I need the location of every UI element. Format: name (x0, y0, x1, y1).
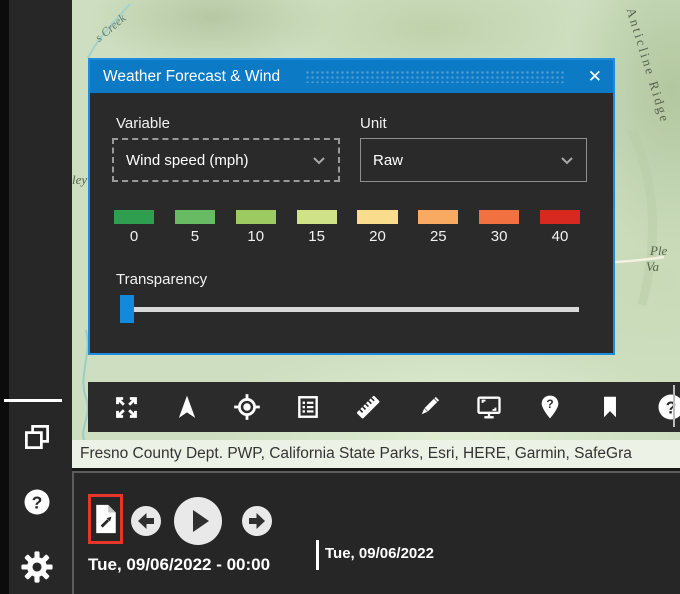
locate-icon (233, 393, 261, 421)
chevron-down-icon (560, 156, 574, 165)
map-toolbar: ? ? (88, 382, 680, 432)
identify-pin-icon: ? (537, 394, 563, 420)
legend-swatch (357, 210, 397, 224)
toolbar-scrollbar[interactable] (673, 385, 675, 427)
transparency-thumb[interactable] (120, 295, 134, 323)
screen-button[interactable] (459, 382, 520, 432)
legend-swatch (175, 210, 215, 224)
help-icon: ? (22, 487, 52, 517)
legend-value-label: 0 (114, 228, 154, 245)
unit-label: Unit (360, 115, 387, 132)
legend-value-label: 20 (357, 228, 397, 245)
variable-label: Variable (116, 115, 170, 132)
legend-swatch (540, 210, 580, 224)
legend-swatch (114, 210, 154, 224)
draw-pencil-button[interactable] (399, 382, 460, 432)
sidebar-separator (4, 399, 62, 402)
legend-swatch (418, 210, 458, 224)
settings-button[interactable] (17, 547, 57, 587)
timeline-marker-label: Tue, 09/06/2022 (325, 545, 434, 562)
svg-text:?: ? (32, 492, 43, 512)
identify-pin-button[interactable]: ? (520, 382, 581, 432)
legend-list-button[interactable] (278, 382, 339, 432)
bookmark-icon (597, 394, 623, 420)
legend-value-label: 25 (418, 228, 458, 245)
legend-swatch (297, 210, 337, 224)
play-icon (174, 497, 222, 545)
sidebar-edge (0, 0, 9, 594)
left-sidebar: ? (0, 0, 72, 594)
export-file-icon (93, 503, 119, 535)
legend-swatch (236, 210, 276, 224)
help-icon: ? (656, 392, 680, 422)
legend-value-label: 15 (297, 228, 337, 245)
play-button[interactable] (174, 497, 222, 545)
map-label-left-partial: ley (72, 172, 87, 188)
north-arrow-icon (174, 394, 200, 420)
legend-value-label: 30 (479, 228, 519, 245)
current-time-label: Tue, 09/06/2022 - 00:00 (88, 555, 270, 575)
map-attribution: Fresno County Dept. PWP, California Stat… (72, 440, 680, 468)
weather-forecast-dialog: Weather Forecast & Wind ✕ Variable Unit … (88, 58, 615, 355)
duplicate-window-icon (22, 422, 52, 452)
expand-button[interactable] (96, 382, 157, 432)
previous-step-button[interactable] (131, 506, 161, 536)
chevron-down-icon (312, 156, 326, 165)
arrow-right-icon (242, 506, 272, 536)
duplicate-window-button[interactable] (17, 417, 57, 457)
measure-ruler-icon (354, 393, 382, 421)
gear-icon (20, 550, 54, 584)
timeline-marker-line (316, 540, 319, 570)
map-label-valley-2: Va (646, 259, 659, 275)
legend-swatch (479, 210, 519, 224)
dialog-title: Weather Forecast & Wind (103, 60, 280, 93)
legend-list-icon (295, 394, 321, 420)
screen-icon (475, 393, 503, 421)
titlebar-grip[interactable] (305, 70, 565, 83)
variable-select-value: Wind speed (mph) (126, 152, 312, 169)
measure-ruler-button[interactable] (338, 382, 399, 432)
legend-value-label: 40 (540, 228, 580, 245)
map-label-valley-1: Ple (650, 243, 667, 259)
unit-select[interactable]: Raw (360, 138, 587, 182)
time-slider-panel (72, 471, 680, 594)
export-file-button[interactable] (88, 494, 123, 544)
north-arrow-button[interactable] (157, 382, 218, 432)
dialog-titlebar[interactable]: Weather Forecast & Wind ✕ (90, 60, 613, 93)
legend-value-label: 5 (175, 228, 215, 245)
expand-icon (113, 394, 140, 421)
next-step-button[interactable] (242, 506, 272, 536)
app-root: Anticline Ridge s Creek ley Ple Va ? (0, 0, 680, 594)
bookmark-button[interactable] (580, 382, 641, 432)
legend-labels: 0 5 10 15 20 25 30 40 (114, 228, 580, 245)
legend-swatches (114, 210, 580, 224)
sidebar-help-button[interactable]: ? (17, 482, 57, 522)
arrow-left-icon (131, 506, 161, 536)
transparency-slider-track[interactable] (120, 307, 579, 312)
unit-select-value: Raw (373, 152, 560, 169)
legend-value-label: 10 (236, 228, 276, 245)
locate-button[interactable] (217, 382, 278, 432)
close-icon[interactable]: ✕ (588, 60, 602, 93)
svg-text:?: ? (546, 397, 553, 411)
draw-pencil-icon (416, 394, 442, 420)
variable-select[interactable]: Wind speed (mph) (112, 138, 340, 182)
transparency-label: Transparency (116, 271, 207, 288)
